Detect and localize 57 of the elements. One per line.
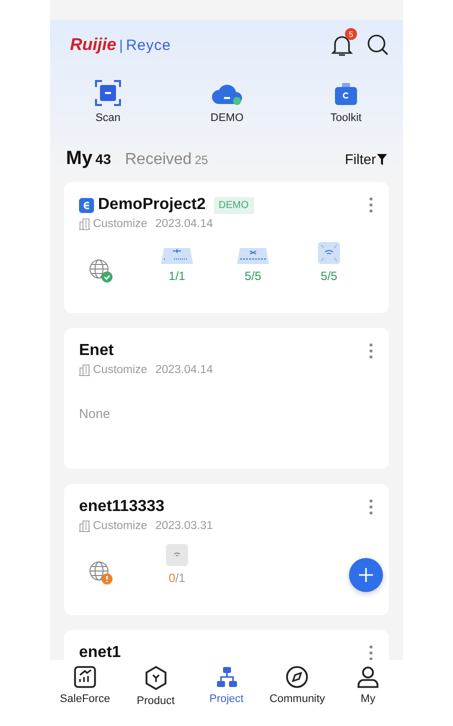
- project-type: Customize: [93, 218, 148, 230]
- person-icon: [357, 666, 379, 688]
- nav-tab[interactable]: My: [337, 666, 399, 712]
- more-icon[interactable]: [369, 499, 373, 515]
- device-count: 0/1: [168, 571, 186, 585]
- filter-button[interactable]: Filter: [344, 151, 387, 167]
- project-name: enet113333: [79, 498, 164, 516]
- shortcut-button[interactable]: DEMO: [192, 79, 262, 124]
- building-icon: [79, 218, 90, 230]
- project-name: enet1: [79, 644, 121, 660]
- logo-separator: |: [119, 37, 123, 53]
- product-logo: Reyce: [126, 37, 171, 54]
- demo-tag: DEMO: [214, 196, 254, 214]
- access-point-icon: [166, 544, 188, 566]
- shortcut-button[interactable]: Toolkit: [311, 79, 381, 124]
- list-tab[interactable]: My 43: [66, 148, 111, 170]
- project-card[interactable]: enet113333 Customize 2023.03.31 0/1: [64, 484, 389, 615]
- brand-logo: Ruijie: [70, 35, 116, 55]
- project-date: 2023.04.14: [155, 218, 213, 230]
- plus-icon: [359, 568, 373, 582]
- switch-icon: [237, 246, 269, 264]
- project-card[interactable]: enet1: [64, 630, 389, 660]
- router-icon: [161, 246, 193, 264]
- toolkit-icon: [334, 82, 358, 106]
- chart-icon: [74, 666, 96, 688]
- more-icon[interactable]: [369, 343, 373, 359]
- access-point-icon: [318, 242, 340, 264]
- nav-tab[interactable]: Product: [124, 666, 187, 712]
- nav-tab[interactable]: Project: [196, 666, 258, 712]
- search-icon[interactable]: [367, 34, 389, 56]
- building-icon: [79, 364, 90, 376]
- cloud-icon: [211, 82, 243, 106]
- filter-icon: [377, 154, 387, 164]
- project-date: 2023.03.31: [155, 520, 213, 532]
- project-card[interactable]: DemoProject2 DEMO Customize 2023.04.14 1/1 5/5 5/5: [64, 182, 389, 313]
- shortcut-button[interactable]: Scan: [73, 79, 143, 124]
- bell-icon[interactable]: [331, 33, 353, 57]
- project-card[interactable]: Enet Customize 2023.04.14 None: [64, 328, 389, 469]
- project-name: Enet: [79, 342, 114, 360]
- device-count: 5/5: [320, 269, 338, 283]
- project-type: Customize: [93, 520, 148, 532]
- notification-count: 5: [345, 28, 357, 40]
- more-icon[interactable]: [369, 645, 373, 660]
- nav-tab[interactable]: SaleForce: [54, 666, 116, 712]
- device-count: 5/5: [244, 269, 262, 283]
- scan-icon: [95, 80, 121, 106]
- project-name: DemoProject2: [98, 196, 206, 214]
- network-icon: [216, 666, 238, 688]
- building-icon: [79, 520, 90, 532]
- compass-icon: [286, 666, 308, 688]
- more-icon[interactable]: [369, 197, 373, 213]
- project-type: Customize: [93, 364, 148, 376]
- device-count: 1/1: [168, 269, 186, 283]
- project-date: 2023.04.14: [155, 364, 213, 376]
- empty-devices-text: None: [79, 405, 112, 423]
- hexagon-icon: [144, 666, 167, 690]
- nav-tab[interactable]: Community: [266, 666, 328, 712]
